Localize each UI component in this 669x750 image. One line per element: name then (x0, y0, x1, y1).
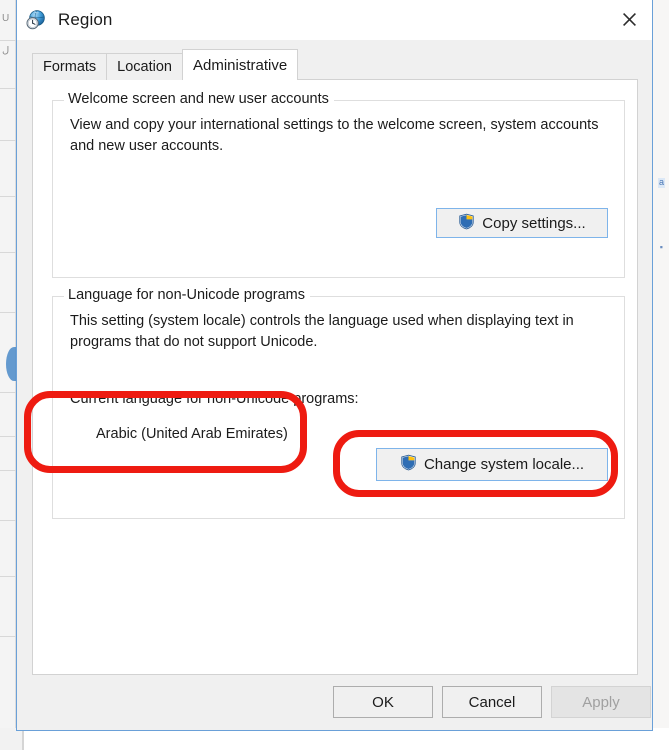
administrative-tab-panel: Welcome screen and new user accounts Vie… (32, 79, 638, 675)
background-bottom-strip (0, 728, 669, 750)
background-bottom-shade (0, 728, 22, 750)
cancel-button-label: Cancel (468, 693, 516, 711)
background-text-fragment: ل (2, 46, 10, 56)
tab-location-label: Location (117, 58, 172, 75)
current-language-value: Arabic (United Arab Emirates) (96, 426, 288, 442)
change-system-locale-label: Change system locale... (423, 456, 585, 473)
non-unicode-description: This setting (system locale) controls th… (70, 313, 574, 350)
tab-formats[interactable]: Formats (32, 53, 108, 80)
ok-button-label: OK (372, 693, 394, 711)
background-text-fragment: ▪ (659, 242, 663, 252)
background-text-fragment: a (657, 177, 665, 188)
region-dialog: Region Formats Location Administrative W… (16, 0, 653, 731)
tab-strip: Formats Location Administrative (32, 49, 299, 80)
tab-location[interactable]: Location (106, 53, 183, 80)
welcome-screen-group-label: Welcome screen and new user accounts (64, 92, 334, 107)
background-bottom-divider (22, 728, 24, 750)
background-text-fragment: U (2, 14, 10, 24)
ok-button[interactable]: OK (333, 686, 433, 718)
title-bar: Region (17, 0, 652, 40)
uac-shield-icon (458, 213, 475, 234)
welcome-screen-description: View and copy your international setting… (70, 117, 599, 154)
change-system-locale-button[interactable]: Change system locale... (376, 448, 608, 481)
uac-shield-icon (400, 454, 417, 475)
tab-administrative[interactable]: Administrative (182, 49, 299, 80)
dialog-button-bar: OK Cancel Apply (17, 686, 652, 730)
tab-administrative-label: Administrative (193, 56, 288, 74)
apply-button: Apply (551, 686, 651, 718)
region-globe-clock-icon (25, 9, 47, 31)
close-icon (622, 13, 636, 26)
screen: U ل a ▪ Region Formats Location Administ… (0, 0, 669, 750)
tab-formats-label: Formats (43, 58, 97, 75)
cancel-button[interactable]: Cancel (442, 686, 542, 718)
copy-settings-button[interactable]: Copy settings... (436, 208, 608, 238)
copy-settings-label: Copy settings... (482, 214, 586, 232)
non-unicode-group-label: Language for non-Unicode programs (64, 288, 310, 303)
current-language-label: Current language for non-Unicode program… (70, 391, 359, 407)
non-unicode-language-groupbox: Language for non-Unicode programs This s… (52, 288, 625, 519)
welcome-screen-groupbox: Welcome screen and new user accounts Vie… (52, 92, 625, 278)
window-title: Region (58, 10, 113, 29)
close-button[interactable] (606, 0, 652, 39)
apply-button-label: Apply (582, 693, 620, 711)
